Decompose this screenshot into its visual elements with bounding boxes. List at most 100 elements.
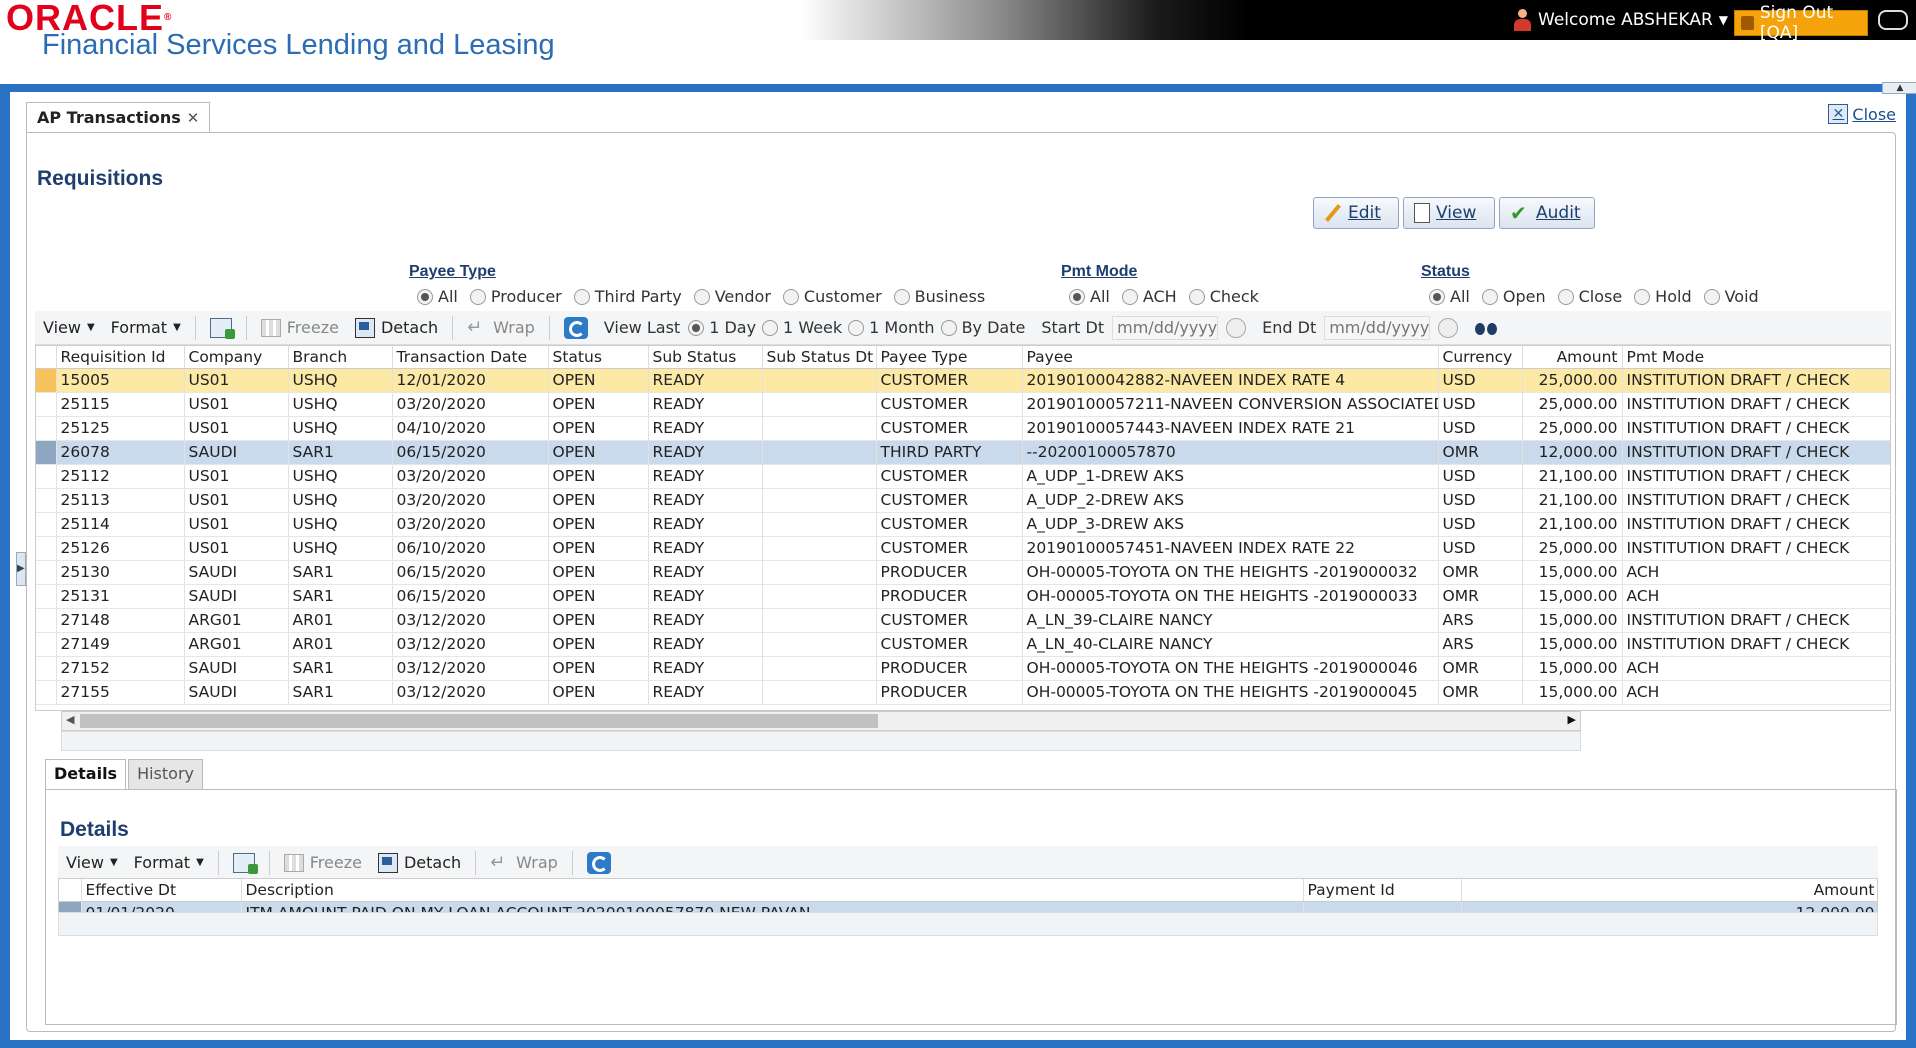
row-selector[interactable] <box>36 584 56 608</box>
column-header-sub-status[interactable]: Sub Status <box>648 346 762 368</box>
row-selector[interactable] <box>36 464 56 488</box>
pmt-mode-option-check[interactable]: Check <box>1181 287 1259 306</box>
table-row[interactable]: 25130SAUDISAR106/15/2020OPENREADYPRODUCE… <box>36 560 1891 584</box>
row-selector[interactable] <box>36 392 56 416</box>
payee-type-option-all[interactable]: All <box>409 287 458 306</box>
column-header-requisition-id[interactable]: Requisition Id <box>56 346 184 368</box>
column-header-payment-id[interactable]: Payment Id <box>1303 879 1461 901</box>
radio-button[interactable] <box>1069 289 1085 305</box>
column-header-branch[interactable]: Branch <box>288 346 392 368</box>
row-selector[interactable] <box>36 656 56 680</box>
table-row[interactable]: 25112US01USHQ03/20/2020OPENREADYCUSTOMER… <box>36 464 1891 488</box>
radio-button[interactable] <box>574 289 590 305</box>
status-option-hold[interactable]: Hold <box>1626 287 1691 306</box>
table-row[interactable]: 27149ARG01AR0103/12/2020OPENREADYCUSTOME… <box>36 632 1891 656</box>
column-header-company[interactable]: Company <box>184 346 288 368</box>
payee-type-option-vendor[interactable]: Vendor <box>686 287 771 306</box>
payee-type-option-producer[interactable]: Producer <box>462 287 562 306</box>
column-header-effective-dt[interactable]: Effective Dt <box>81 879 241 901</box>
table-row[interactable]: 25125US01USHQ04/10/2020OPENREADYCUSTOMER… <box>36 416 1891 440</box>
status-option-all[interactable]: All <box>1421 287 1470 306</box>
column-header-amount[interactable]: Amount <box>1461 879 1878 901</box>
status-option-void[interactable]: Void <box>1696 287 1759 306</box>
view-last-option-1-day[interactable]: 1 Day <box>688 318 756 337</box>
row-selector[interactable] <box>36 488 56 512</box>
refresh-button[interactable] <box>556 317 596 339</box>
close-tab-icon[interactable]: ✕ <box>187 104 200 132</box>
table-row[interactable]: 15005US01USHQ12/01/2020OPENREADYCUSTOMER… <box>36 368 1891 392</box>
radio-button[interactable] <box>848 320 864 336</box>
radio-button[interactable] <box>694 289 710 305</box>
freeze-button[interactable]: Freeze <box>253 318 347 337</box>
scroll-left-icon[interactable]: ◀ <box>66 713 74 726</box>
format-menu[interactable]: Format▼ <box>103 318 189 337</box>
detach-button[interactable]: Detach <box>370 853 469 873</box>
row-selector[interactable] <box>36 440 56 464</box>
table-row[interactable]: 25131SAUDISAR106/15/2020OPENREADYPRODUCE… <box>36 584 1891 608</box>
scrollbar-thumb[interactable] <box>80 714 878 728</box>
freeze-button[interactable]: Freeze <box>276 853 370 872</box>
view-last-option-by-date[interactable]: By Date <box>941 318 1026 337</box>
table-row[interactable]: 27148ARG01AR0103/12/2020OPENREADYCUSTOME… <box>36 608 1891 632</box>
start-date-picker[interactable] <box>1218 318 1254 338</box>
view-menu[interactable]: View▼ <box>58 853 126 872</box>
radio-button[interactable] <box>1482 289 1498 305</box>
row-selector[interactable] <box>36 512 56 536</box>
export-button[interactable] <box>202 318 240 338</box>
format-menu[interactable]: Format▼ <box>126 853 212 872</box>
column-header-currency[interactable]: Currency <box>1438 346 1522 368</box>
user-menu[interactable]: Welcome ABSHEKAR ▼ <box>1512 8 1728 32</box>
radio-button[interactable] <box>1189 289 1205 305</box>
horizontal-scrollbar[interactable]: ◀ ▶ <box>61 711 1581 731</box>
radio-button[interactable] <box>417 289 433 305</box>
end-date-input[interactable] <box>1324 316 1430 340</box>
radio-button[interactable] <box>688 320 704 336</box>
column-header-payee[interactable]: Payee <box>1022 346 1438 368</box>
row-selector[interactable] <box>36 632 56 656</box>
radio-button[interactable] <box>762 320 778 336</box>
payee-type-option-third-party[interactable]: Third Party <box>566 287 682 306</box>
wrap-button[interactable]: ↵Wrap <box>482 853 566 872</box>
table-row[interactable]: 25115US01USHQ03/20/2020OPENREADYCUSTOMER… <box>36 392 1891 416</box>
detach-button[interactable]: Detach <box>347 318 446 338</box>
column-header-transaction-date[interactable]: Transaction Date <box>392 346 548 368</box>
radio-button[interactable] <box>783 289 799 305</box>
export-button[interactable] <box>225 853 263 873</box>
start-date-input[interactable] <box>1112 316 1218 340</box>
tab-details[interactable]: Details <box>45 759 126 789</box>
tab-history[interactable]: History <box>128 759 203 789</box>
view-last-option-1-month[interactable]: 1 Month <box>848 318 934 337</box>
end-date-picker[interactable] <box>1430 318 1466 338</box>
radio-button[interactable] <box>1634 289 1650 305</box>
close-button[interactable]: ✕ Close <box>1828 104 1896 124</box>
row-selector[interactable] <box>36 416 56 440</box>
row-selector[interactable] <box>36 560 56 584</box>
scroll-right-icon[interactable]: ▶ <box>1568 713 1576 726</box>
radio-button[interactable] <box>894 289 910 305</box>
row-selector[interactable] <box>36 368 56 392</box>
wrap-button[interactable]: ↵Wrap <box>459 318 543 337</box>
status-option-open[interactable]: Open <box>1474 287 1546 306</box>
radio-button[interactable] <box>941 320 957 336</box>
view-last-option-1-week[interactable]: 1 Week <box>762 318 842 337</box>
table-row[interactable]: 26078SAUDISAR106/15/2020OPENREADYTHIRD P… <box>36 440 1891 464</box>
pmt-mode-option-all[interactable]: All <box>1061 287 1110 306</box>
table-row[interactable]: 27155SAUDISAR103/12/2020OPENREADYPRODUCE… <box>36 680 1891 704</box>
column-header-pmt-mode[interactable]: Pmt Mode <box>1622 346 1891 368</box>
tab-ap-transactions[interactable]: AP Transactions ✕ <box>26 102 210 132</box>
pmt-mode-option-ach[interactable]: ACH <box>1114 287 1177 306</box>
side-panel-toggle[interactable]: ▶ <box>16 552 26 586</box>
sign-out-button[interactable]: Sign Out [QA] <box>1734 10 1868 36</box>
payee-type-option-customer[interactable]: Customer <box>775 287 882 306</box>
view-menu[interactable]: View▼ <box>35 318 103 337</box>
collapse-header-button[interactable]: ▲ <box>1882 82 1916 94</box>
column-header-payee-type[interactable]: Payee Type <box>876 346 1022 368</box>
audit-button[interactable]: ✔ Audit <box>1499 197 1595 229</box>
payee-type-option-business[interactable]: Business <box>886 287 986 306</box>
column-header-sub-status-dt[interactable]: Sub Status Dt <box>762 346 876 368</box>
column-header-status[interactable]: Status <box>548 346 648 368</box>
refresh-button[interactable] <box>579 852 619 874</box>
radio-button[interactable] <box>1429 289 1445 305</box>
view-button[interactable]: View <box>1403 197 1495 229</box>
row-selector[interactable] <box>36 536 56 560</box>
